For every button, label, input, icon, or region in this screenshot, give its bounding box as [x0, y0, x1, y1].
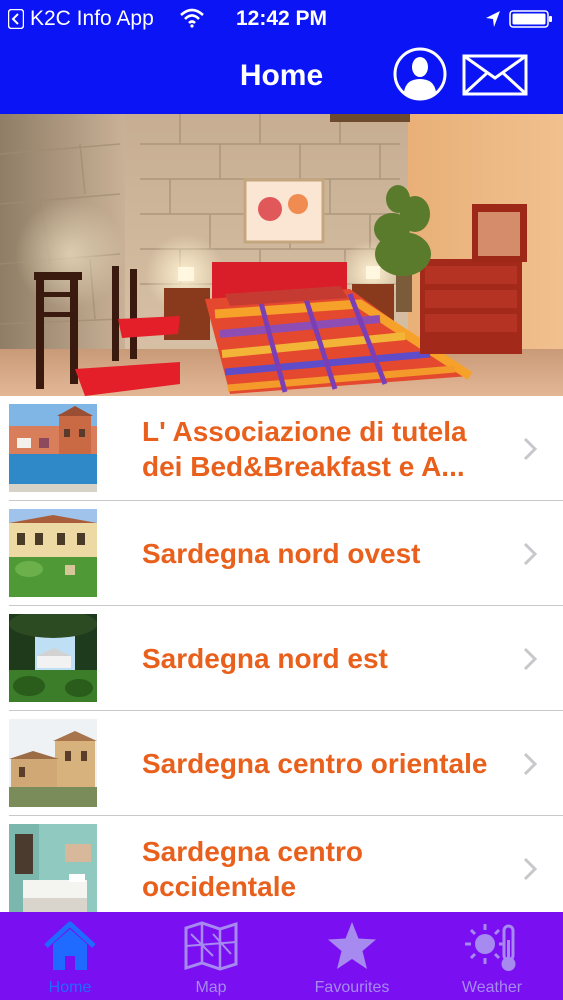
list-item[interactable]: L' Associazione di tutela dei Bed&Breakf… [0, 396, 563, 501]
list-item-title: Sardegna centro orientale [142, 748, 488, 779]
chevron-right-icon [523, 857, 537, 881]
battery-icon [509, 10, 552, 28]
tab-favourites[interactable]: Favourites [282, 912, 422, 1000]
tab-map[interactable]: Map [141, 912, 281, 1000]
region-list: L' Associazione di tutela dei Bed&Breakf… [0, 396, 563, 912]
list-item[interactable]: Sardegna centro orientale [0, 711, 563, 816]
list-item-thumbnail [9, 824, 97, 912]
map-icon [184, 921, 238, 971]
list-item[interactable]: Sardegna centro occidentale [0, 816, 563, 912]
tab-home[interactable]: Home [0, 912, 140, 1000]
envelope-icon[interactable] [462, 54, 528, 96]
chevron-right-icon [523, 752, 537, 776]
list-item-thumbnail [9, 509, 97, 597]
list-item-title: L' Associazione di tutela dei Bed&Breakf… [142, 415, 467, 482]
list-item[interactable]: Sardegna nord est [0, 606, 563, 711]
list-item-title: Sardegna nord ovest [142, 538, 421, 569]
list-item-thumbnail [9, 404, 97, 492]
chevron-right-icon [523, 542, 537, 566]
list-item-title: Sardegna centro occidentale [142, 835, 363, 902]
list-item-title: Sardegna nord est [142, 643, 388, 674]
navigation-bar: Home [0, 38, 563, 114]
list-item-thumbnail [9, 719, 97, 807]
status-time: 12:42 PM [235, 7, 328, 30]
tab-weather-label: Weather [461, 979, 523, 996]
star-icon [328, 922, 376, 969]
list-item[interactable]: Sardegna nord ovest [0, 501, 563, 606]
person-circle-icon[interactable] [392, 46, 448, 102]
location-arrow-icon [486, 11, 500, 27]
list-item-thumbnail [9, 614, 97, 702]
tab-map-label: Map [195, 979, 227, 996]
house-icon [44, 921, 96, 970]
tab-favourites-label: Favourites [314, 979, 390, 996]
tab-home-label: Home [48, 979, 92, 996]
app-screen: K2C Info App 12:42 PM Home L' Associazio… [0, 0, 563, 1000]
weather-icon [465, 924, 516, 971]
tab-bar: Home Map Favourites Weather [0, 912, 563, 1000]
chevron-right-icon [523, 437, 537, 461]
status-bar: K2C Info App 12:42 PM [0, 0, 563, 38]
chevron-right-icon [523, 647, 537, 671]
hero-banner-image [0, 114, 563, 396]
tab-weather[interactable]: Weather [422, 912, 562, 1000]
